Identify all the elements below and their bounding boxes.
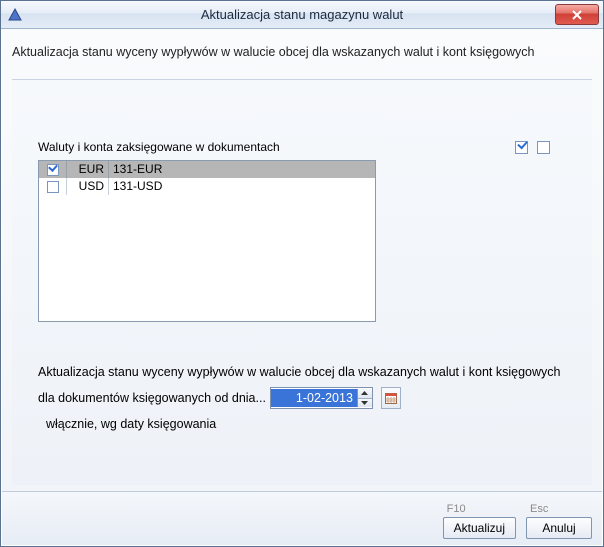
update-button[interactable]: Aktualizuj xyxy=(443,517,516,539)
date-suffix: włącznie, wg daty księgowania xyxy=(46,413,216,435)
content-area: Aktualizacja stanu wyceny wypływów w wal… xyxy=(2,29,602,545)
lower-text-block: Aktualizacja stanu wyceny wypływów w wal… xyxy=(38,361,566,435)
titlebar: Aktualizacja stanu magazynu walut xyxy=(1,1,603,29)
table-row[interactable]: EUR 131-EUR xyxy=(39,161,375,178)
date-prefix: dla dokumentów księgowanych od dnia... xyxy=(38,387,266,409)
main-panel: Waluty i konta zaksięgowane w dokumentac… xyxy=(12,79,592,485)
date-line: dla dokumentów księgowanych od dnia... xyxy=(38,387,566,435)
close-icon xyxy=(571,10,583,20)
select-all-checkbox[interactable] xyxy=(515,141,528,154)
calendar-button[interactable] xyxy=(381,387,401,409)
cell-account: 131-EUR xyxy=(109,161,375,178)
calendar-icon xyxy=(385,392,397,404)
table-row[interactable]: USD 131-USD xyxy=(39,178,375,195)
dialog-window: Aktualizacja stanu magazynu walut Aktual… xyxy=(0,0,604,547)
window-title: Aktualizacja stanu magazynu walut xyxy=(1,7,603,22)
spin-down-button[interactable] xyxy=(358,399,372,408)
lower-line1: Aktualizacja stanu wyceny wypływów w wal… xyxy=(38,361,566,383)
cell-currency: EUR xyxy=(67,161,109,178)
intro-text: Aktualizacja stanu wyceny wypływów w wal… xyxy=(12,45,592,59)
currency-account-grid[interactable]: EUR 131-EUR USD 131-USD xyxy=(38,160,376,322)
table-caption: Waluty i konta zaksięgowane w dokumentac… xyxy=(38,140,280,154)
row-checkbox[interactable] xyxy=(47,164,59,176)
cancel-button[interactable]: Anuluj xyxy=(526,517,592,539)
spin-up-button[interactable] xyxy=(358,389,372,399)
button-bar: F10 Aktualizuj Esc Anuluj xyxy=(2,491,602,545)
table-caption-row: Waluty i konta zaksięgowane w dokumentac… xyxy=(38,140,566,158)
cell-account: 131-USD xyxy=(109,178,375,195)
close-button[interactable] xyxy=(555,4,599,25)
date-input[interactable] xyxy=(271,389,357,407)
deselect-all-checkbox[interactable] xyxy=(537,141,550,154)
app-delta-icon xyxy=(7,7,23,23)
ok-shortcut-hint: F10 xyxy=(443,503,466,515)
date-field xyxy=(270,387,373,409)
row-checkbox[interactable] xyxy=(47,181,59,193)
date-spinner xyxy=(357,389,372,407)
cancel-shortcut-hint: Esc xyxy=(526,503,548,515)
cell-currency: USD xyxy=(67,178,109,195)
